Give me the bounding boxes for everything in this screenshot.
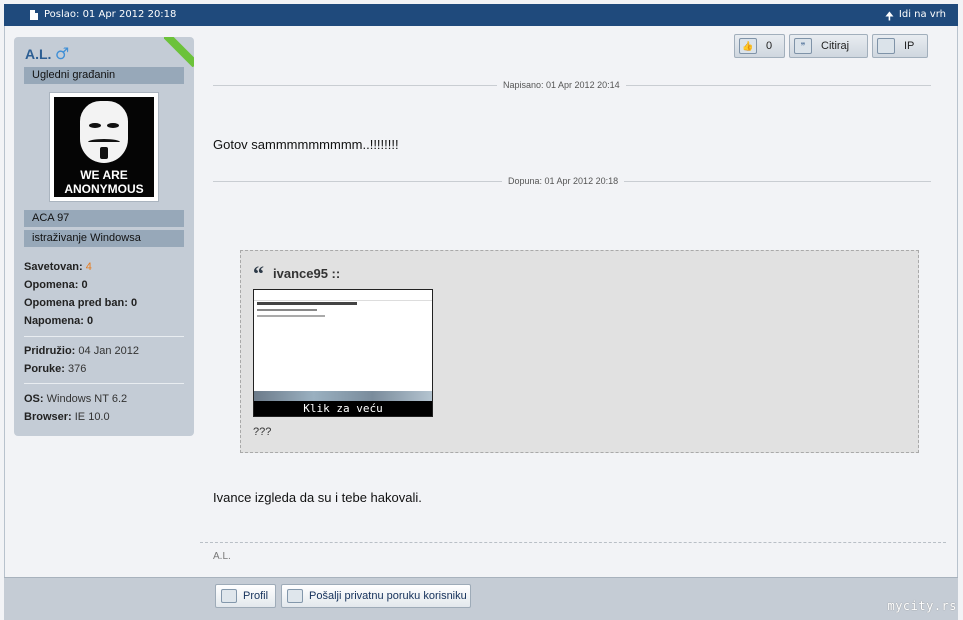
watermark: mycity.rs	[887, 599, 957, 613]
quote-mark-icon: “	[253, 261, 264, 286]
online-ribbon	[164, 37, 194, 67]
image-thumbnail[interactable]: Klik za veću	[253, 289, 433, 417]
monitor-icon	[877, 38, 895, 54]
like-button[interactable]: 👍 0	[734, 34, 785, 58]
author-tag: istraživanje Windowsa	[24, 230, 184, 247]
quote-button[interactable]: ❞ Citiraj	[789, 34, 868, 58]
stat-poruke: Poruke: 376	[24, 363, 87, 375]
written-date: Napisano: 01 Apr 2012 20:14	[497, 80, 626, 90]
private-message-button[interactable]: Pošalji privatnu poruku korisniku	[281, 584, 471, 608]
stat-savetovan: Savetovan: 4	[24, 261, 92, 273]
arrow-up-icon: 🠉	[884, 10, 894, 23]
thumbnail-caption[interactable]: Klik za veću	[254, 401, 432, 416]
author-tag: ACA 97	[24, 210, 184, 227]
author-rank: Ugledni građanin	[24, 67, 184, 84]
ip-label: IP	[904, 40, 915, 52]
author-sidebar: A.L. ♂ Ugledni građanin WE ARE ANONYMOUS…	[14, 37, 194, 436]
post-message: Gotov sammmmmmmmm..!!!!!!!!	[213, 137, 399, 152]
post-message: Ivance izgleda da su i tebe hakovali.	[213, 490, 422, 505]
signature-divider	[200, 542, 946, 543]
quote-icon: ❞	[794, 38, 812, 54]
profile-label: Profil	[243, 590, 269, 602]
stat-opomena-ban: Opomena pred ban: 0	[24, 297, 138, 309]
quote-block: “ ivance95 :: Klik za veću ???	[240, 250, 919, 453]
document-icon	[30, 10, 38, 20]
quote-label: Citiraj	[821, 40, 850, 52]
stat-napomena: Napomena: 0	[24, 315, 94, 327]
profile-icon	[221, 589, 237, 603]
post-footer	[4, 577, 958, 620]
author-name[interactable]: A.L.	[25, 46, 51, 62]
divider	[24, 336, 184, 337]
profile-button[interactable]: Profil	[215, 584, 276, 608]
avatar-caption-line1: WE ARE	[80, 168, 128, 182]
thumbs-up-icon: 👍	[739, 38, 757, 54]
anonymous-mask-icon	[80, 101, 128, 163]
divider	[24, 383, 184, 384]
envelope-icon	[287, 589, 303, 603]
private-message-label: Pošalji privatnu poruku korisniku	[309, 590, 467, 602]
stat-browser: Browser: IE 10.0	[24, 411, 110, 423]
signature: A.L.	[213, 551, 231, 562]
stat-pridruzio: Pridružio: 04 Jan 2012	[24, 345, 139, 357]
male-gender-icon: ♂	[55, 44, 70, 63]
post-date: Poslao: 01 Apr 2012 20:18	[44, 9, 177, 20]
go-to-top-link[interactable]: Idi na vrh	[899, 9, 946, 20]
avatar: WE ARE ANONYMOUS	[49, 92, 159, 202]
quote-text: ???	[253, 426, 272, 438]
post-header-bar: Poslao: 01 Apr 2012 20:18 🠉 Idi na vrh	[4, 4, 958, 26]
stat-opomena: Opomena: 0	[24, 279, 88, 291]
ip-button[interactable]: IP	[872, 34, 928, 58]
avatar-caption-line2: ANONYMOUS	[64, 182, 144, 196]
quote-author: ivance95 ::	[273, 266, 341, 281]
like-count: 0	[766, 40, 773, 52]
edited-date: Dopuna: 01 Apr 2012 20:18	[502, 176, 625, 186]
stat-os: OS: Windows NT 6.2	[24, 393, 128, 405]
savetovan-count: 4	[85, 261, 92, 273]
